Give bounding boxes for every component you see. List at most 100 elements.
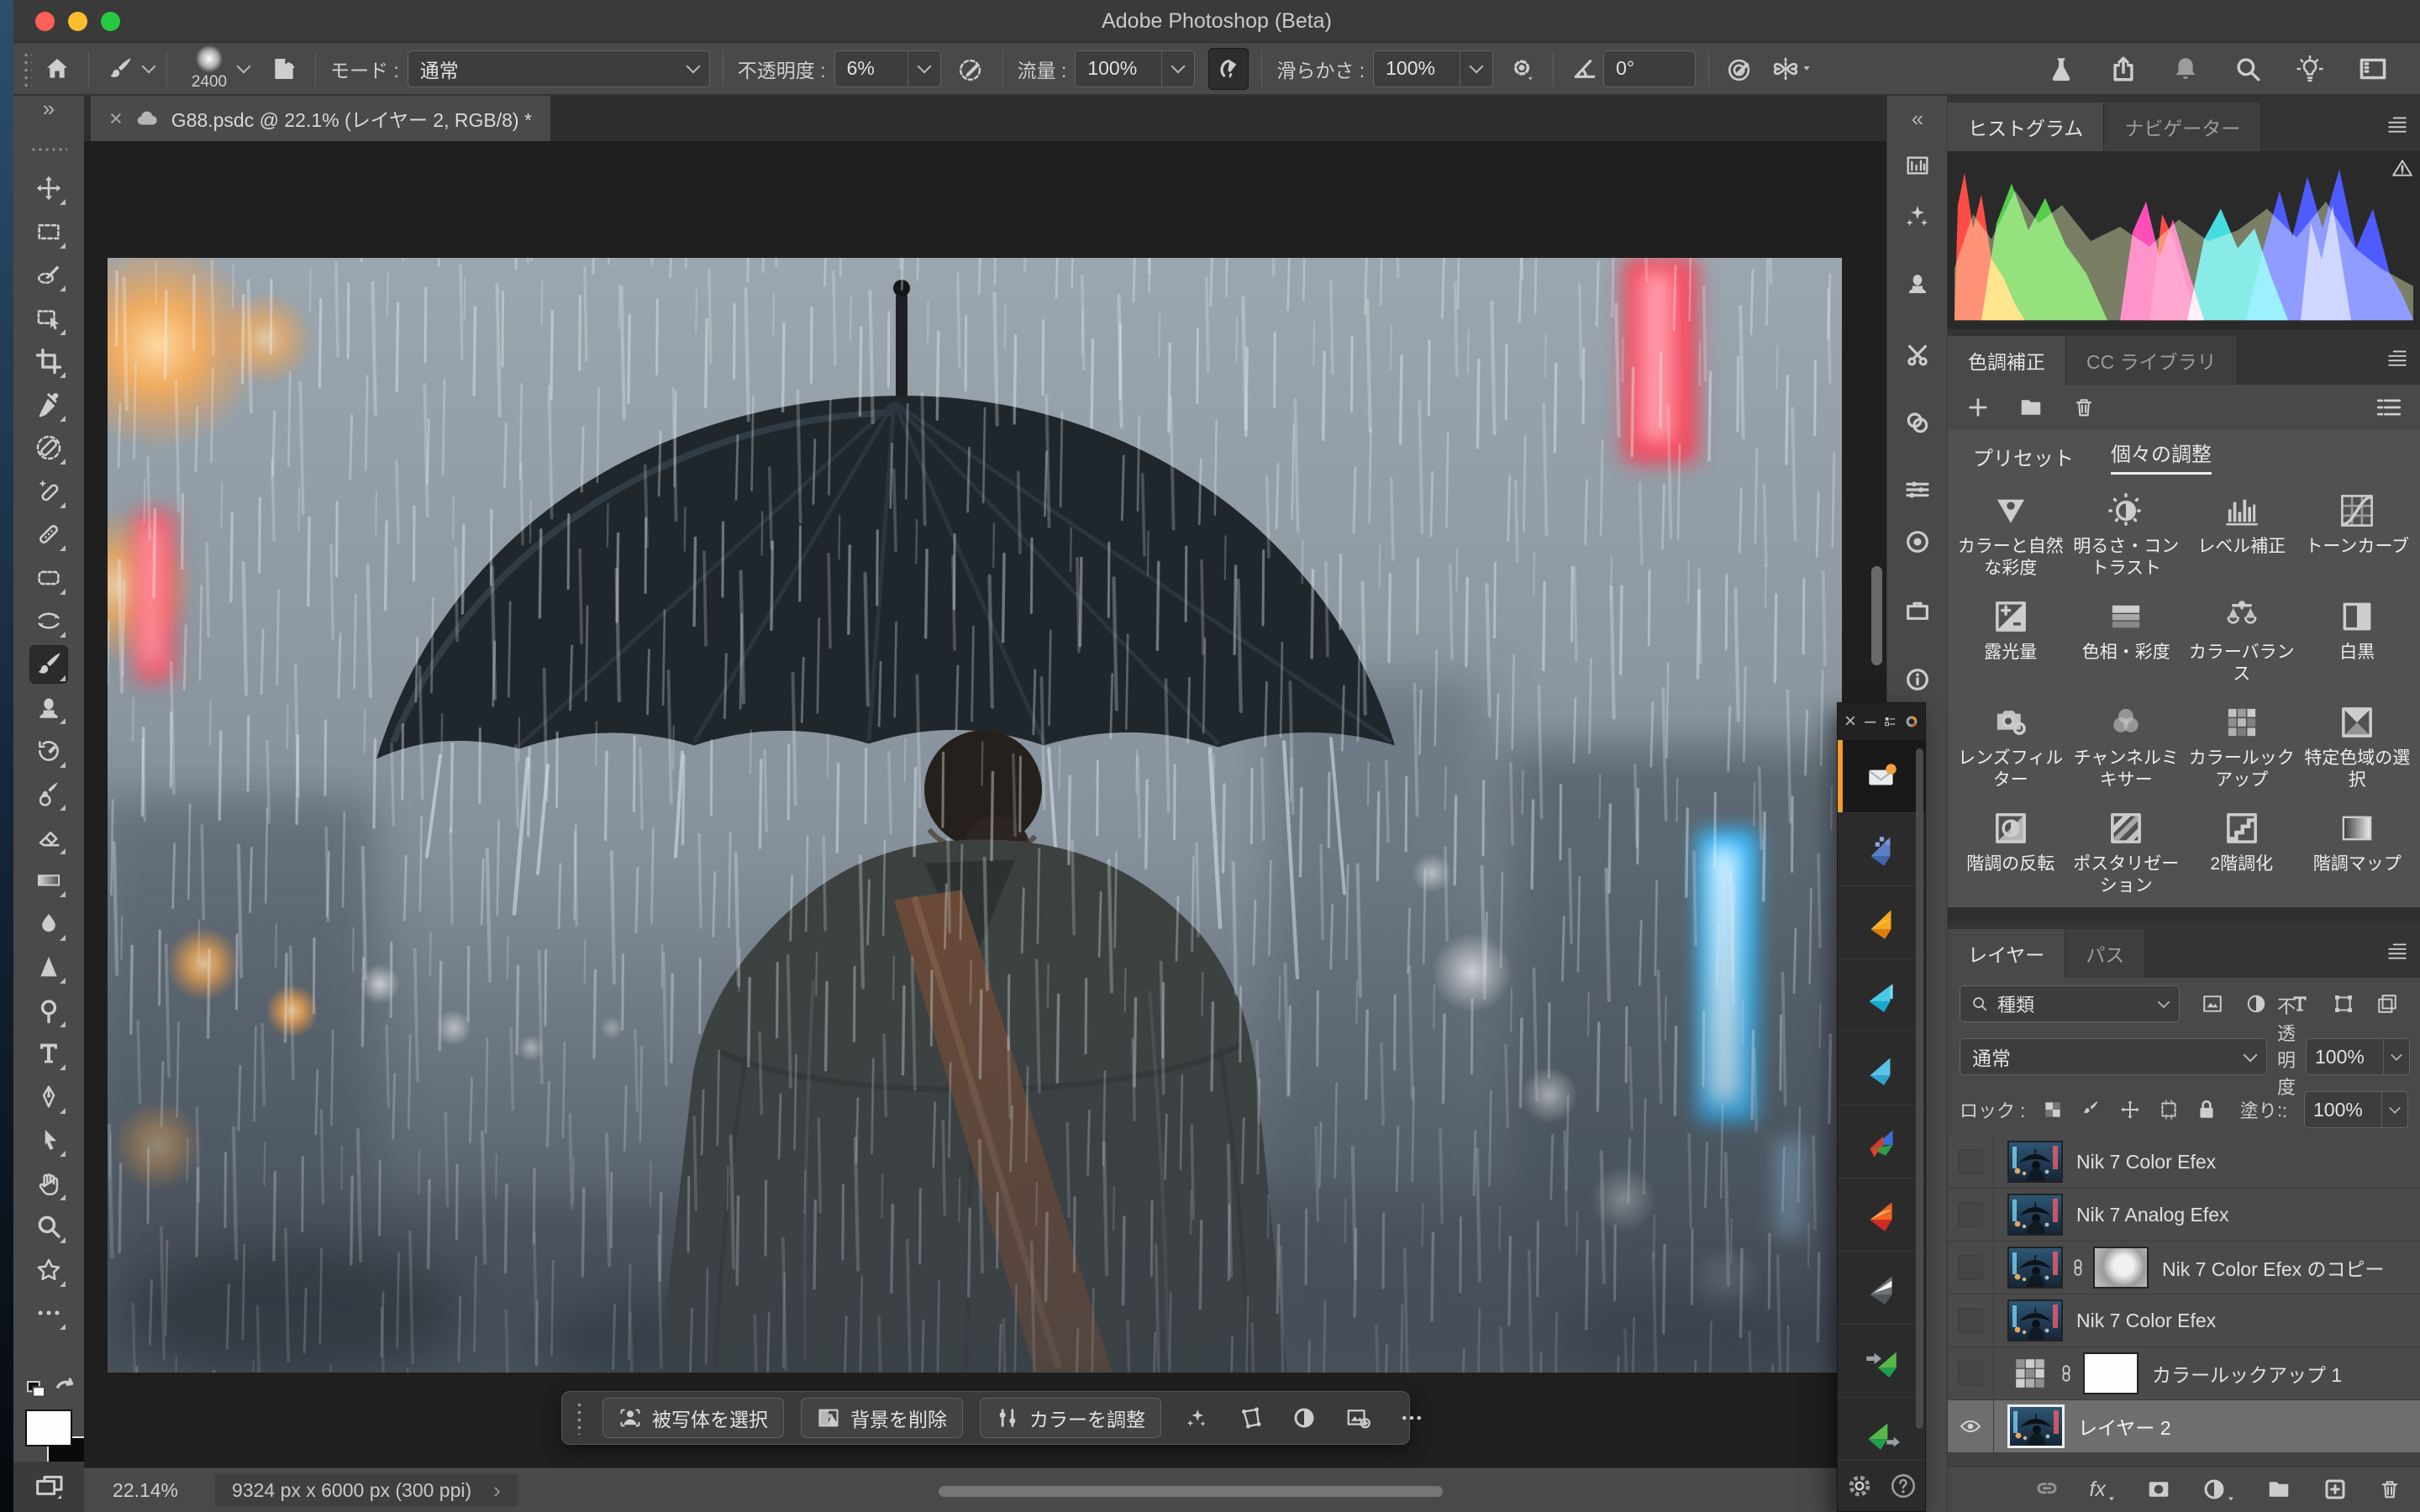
histogram-warning-icon[interactable] bbox=[2391, 158, 2413, 178]
tab-paths[interactable]: パス bbox=[2065, 929, 2145, 978]
layer-1-visibility-toggle[interactable] bbox=[1948, 1189, 1994, 1241]
layer-5-thumbnail[interactable] bbox=[2007, 1404, 2065, 1448]
crop-tool[interactable] bbox=[30, 343, 67, 380]
plugin-item-silver-efex[interactable] bbox=[1838, 1252, 1925, 1325]
sharpen-tool[interactable] bbox=[30, 948, 67, 985]
adj-selective-color[interactable]: 特定色域の選択 bbox=[2300, 696, 2416, 801]
taskbar-grip[interactable] bbox=[576, 1401, 586, 1435]
tab-adjustments[interactable]: 色調補正 bbox=[1948, 336, 2066, 385]
scissors-icon[interactable] bbox=[1902, 339, 1933, 371]
brush-picker-chevron[interactable] bbox=[237, 60, 251, 74]
smoothing-options-gear-icon[interactable] bbox=[1503, 49, 1540, 89]
canvas-vertical-scrollbar[interactable] bbox=[1871, 566, 1882, 665]
selection-brush-tool[interactable] bbox=[30, 256, 67, 293]
add-image-icon[interactable] bbox=[1339, 1399, 1376, 1436]
lock-artboard-icon[interactable] bbox=[2158, 1099, 2180, 1121]
layer-2-thumbnail[interactable] bbox=[2007, 1247, 2063, 1289]
swap-colors-icon[interactable] bbox=[52, 1374, 81, 1407]
plugin-item-dfine[interactable] bbox=[1838, 959, 1925, 1032]
tab-cc-libraries[interactable]: CC ライブラリ bbox=[2066, 336, 2238, 385]
layer-row-3[interactable]: Nik 7 Color Efex bbox=[1948, 1294, 2420, 1347]
zoom-window-button[interactable] bbox=[101, 12, 120, 31]
patch-tool[interactable] bbox=[30, 559, 67, 596]
tab-layers[interactable]: レイヤー bbox=[1948, 929, 2065, 978]
adjustments-menu-icon[interactable] bbox=[2386, 349, 2408, 371]
adj-hue-saturation[interactable]: 色相・彩度 bbox=[2069, 590, 2185, 696]
options-bar-grip[interactable] bbox=[22, 50, 32, 88]
layer-1-name[interactable]: Nik 7 Analog Efex bbox=[2076, 1204, 2229, 1226]
tool-preset-brush-icon[interactable] bbox=[102, 49, 139, 89]
remove-tool[interactable] bbox=[30, 429, 67, 466]
layer-4-mask-thumbnail[interactable] bbox=[2083, 1352, 2139, 1394]
brush-tool[interactable] bbox=[30, 646, 67, 683]
smoothing-field[interactable]: 100% bbox=[1373, 50, 1493, 87]
plugin-gear-icon[interactable] bbox=[1845, 1472, 1874, 1500]
histogram-menu-icon[interactable] bbox=[2386, 115, 2408, 138]
adj-curves[interactable]: トーンカーブ bbox=[2300, 484, 2416, 590]
layer-4-visibility-toggle[interactable] bbox=[1948, 1347, 1994, 1399]
layer-0-visibility-toggle[interactable] bbox=[1948, 1136, 1994, 1188]
eyedropper-tool[interactable] bbox=[30, 386, 67, 423]
clone-source-icon[interactable] bbox=[1902, 267, 1933, 299]
plugin-item-sharpener[interactable] bbox=[1838, 1032, 1925, 1105]
default-colors-icon[interactable] bbox=[24, 1378, 49, 1407]
share-icon[interactable] bbox=[2109, 55, 2138, 83]
layer-row-5-selected[interactable]: レイヤー 2 bbox=[1948, 1400, 2420, 1453]
zoom-tool[interactable] bbox=[30, 1208, 67, 1245]
discover-lightbulb-icon[interactable] bbox=[2296, 55, 2324, 83]
layer-row-2[interactable]: Nik 7 Color Efex のコピー bbox=[1948, 1242, 2420, 1294]
filter-shape-layers-icon[interactable] bbox=[2333, 993, 2354, 1015]
adjust-color-button[interactable]: カラーを調整 bbox=[980, 1398, 1161, 1438]
layer-styles-fx-icon[interactable]: fx bbox=[2090, 1478, 2116, 1502]
subtab-presets[interactable]: プリセット bbox=[1973, 442, 2074, 471]
canvas-horizontal-scrollbar[interactable] bbox=[939, 1486, 1443, 1497]
spot-healing-brush-tool[interactable] bbox=[30, 473, 67, 510]
info-panel-icon[interactable] bbox=[1902, 664, 1933, 696]
move-tool[interactable] bbox=[30, 170, 67, 207]
adj-photo-filter[interactable]: レンズフィルター bbox=[1953, 696, 2069, 801]
remove-background-button[interactable]: 背景を削除 bbox=[801, 1398, 963, 1438]
screen-mode-button[interactable] bbox=[13, 1462, 84, 1512]
blend-mode-select[interactable]: 通常 bbox=[408, 50, 710, 87]
link-layers-icon[interactable] bbox=[2034, 1477, 2060, 1502]
opacity-field[interactable]: 6% bbox=[834, 50, 941, 87]
generative-fill-icon[interactable] bbox=[1902, 200, 1933, 232]
gradient-tool[interactable] bbox=[30, 862, 67, 899]
libraries-panel-icon[interactable] bbox=[1902, 595, 1933, 627]
brush-preset-picker[interactable]: 2400 bbox=[180, 45, 239, 92]
layer-3-thumbnail[interactable] bbox=[2007, 1299, 2063, 1341]
minimize-window-button[interactable] bbox=[68, 12, 87, 31]
layer-0-name[interactable]: Nik 7 Color Efex bbox=[2076, 1151, 2216, 1173]
layer-opacity-field[interactable]: 100% bbox=[2306, 1038, 2410, 1075]
layer-4-mask-link-icon[interactable] bbox=[2056, 1361, 2076, 1386]
adj-exposure[interactable]: 露光量 bbox=[1953, 590, 2069, 696]
plugin-item-color-efex[interactable] bbox=[1838, 1105, 1925, 1179]
plugin-item-perspective-import[interactable] bbox=[1838, 1325, 1925, 1398]
plugin-item-hdr-efex[interactable] bbox=[1838, 813, 1925, 886]
tab-histogram[interactable]: ヒストグラム bbox=[1948, 102, 2104, 151]
new-group-folder-icon[interactable] bbox=[2265, 1477, 2292, 1502]
adj-color-lookup[interactable]: カラールックアップ bbox=[2184, 696, 2300, 801]
layer-row-1[interactable]: Nik 7 Analog Efex bbox=[1948, 1189, 2420, 1242]
lock-all-icon[interactable] bbox=[2196, 1099, 2217, 1121]
filter-adjustment-layers-icon[interactable] bbox=[2245, 993, 2267, 1015]
layer-blend-mode-select[interactable]: 通常 bbox=[1960, 1038, 2267, 1075]
layers-menu-icon[interactable] bbox=[2386, 942, 2408, 964]
tab-close-icon[interactable]: × bbox=[109, 106, 123, 132]
new-adjustment-layer-icon[interactable] bbox=[2202, 1477, 2235, 1502]
plugin-item-viveza[interactable] bbox=[1838, 886, 1925, 959]
adj-posterize[interactable]: ポスタリゼーション bbox=[2069, 801, 2185, 907]
foreground-color-swatch[interactable] bbox=[25, 1410, 72, 1446]
document-dimensions[interactable]: 9324 px x 6000 px (300 ppi) › bbox=[215, 1474, 518, 1506]
adj-brightness-contrast[interactable]: 明るさ・コントラスト bbox=[2069, 484, 2185, 590]
filter-smart-objects-icon[interactable] bbox=[2376, 993, 2398, 1015]
layer-fill-field[interactable]: 100% bbox=[2304, 1091, 2408, 1128]
healing-brush-tool[interactable] bbox=[30, 516, 67, 553]
lock-pixels-icon[interactable] bbox=[2081, 1099, 2102, 1121]
layer-5-name[interactable]: レイヤー 2 bbox=[2078, 1412, 2171, 1441]
custom-shape-tool[interactable] bbox=[30, 1252, 67, 1289]
tab-navigator[interactable]: ナビゲーター bbox=[2104, 102, 2261, 151]
edit-toolbar-icon[interactable] bbox=[30, 1294, 67, 1331]
plugin-minimize-icon[interactable]: – bbox=[1865, 710, 1876, 733]
layer-1-thumbnail[interactable] bbox=[2007, 1194, 2063, 1236]
